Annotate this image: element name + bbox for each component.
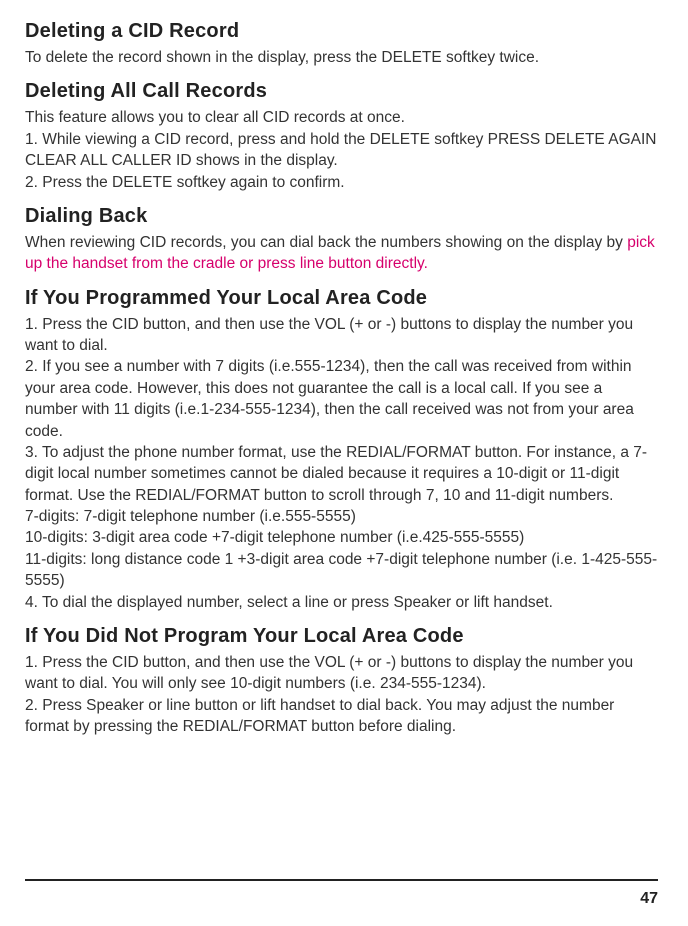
section-heading-dialing-back: Dialing Back: [25, 205, 658, 228]
section-heading-programmed-area: If You Programmed Your Local Area Code: [25, 287, 658, 310]
section-body-prog-5: 10-digits: 3-digit area code +7-digit te…: [25, 527, 658, 548]
section-body-notprog-1: 1. Press the CID button, and then use th…: [25, 652, 658, 695]
section-body-prog-1: 1. Press the CID button, and then use th…: [25, 314, 658, 357]
footer-divider: [25, 879, 658, 881]
section-heading-delete-all: Deleting All Call Records: [25, 80, 658, 103]
section-body-prog-3: 3. To adjust the phone number format, us…: [25, 442, 658, 506]
section-heading-delete-cid: Deleting a CID Record: [25, 20, 658, 43]
section-body-dialing-back: When reviewing CID records, you can dial…: [25, 232, 658, 275]
section-body-prog-4: 7-digits: 7-digit telephone number (i.e.…: [25, 506, 658, 527]
section-body-prog-2: 2. If you see a number with 7 digits (i.…: [25, 356, 658, 442]
page-number: 47: [640, 890, 658, 908]
section-body-delete-cid: To delete the record shown in the displa…: [25, 47, 658, 68]
section-body-notprog-2: 2. Press Speaker or line button or lift …: [25, 695, 658, 738]
section-body-prog-7: 4. To dial the displayed number, select …: [25, 592, 658, 613]
section-body-prog-6: 11-digits: long distance code 1 +3-digit…: [25, 549, 658, 592]
section-heading-not-programmed: If You Did Not Program Your Local Area C…: [25, 625, 658, 648]
section-body-delete-all-3: 2. Press the DELETE softkey again to con…: [25, 172, 658, 193]
section-body-delete-all-1: This feature allows you to clear all CID…: [25, 107, 658, 128]
dialing-back-text: When reviewing CID records, you can dial…: [25, 234, 627, 251]
section-body-delete-all-2: 1. While viewing a CID record, press and…: [25, 129, 658, 172]
